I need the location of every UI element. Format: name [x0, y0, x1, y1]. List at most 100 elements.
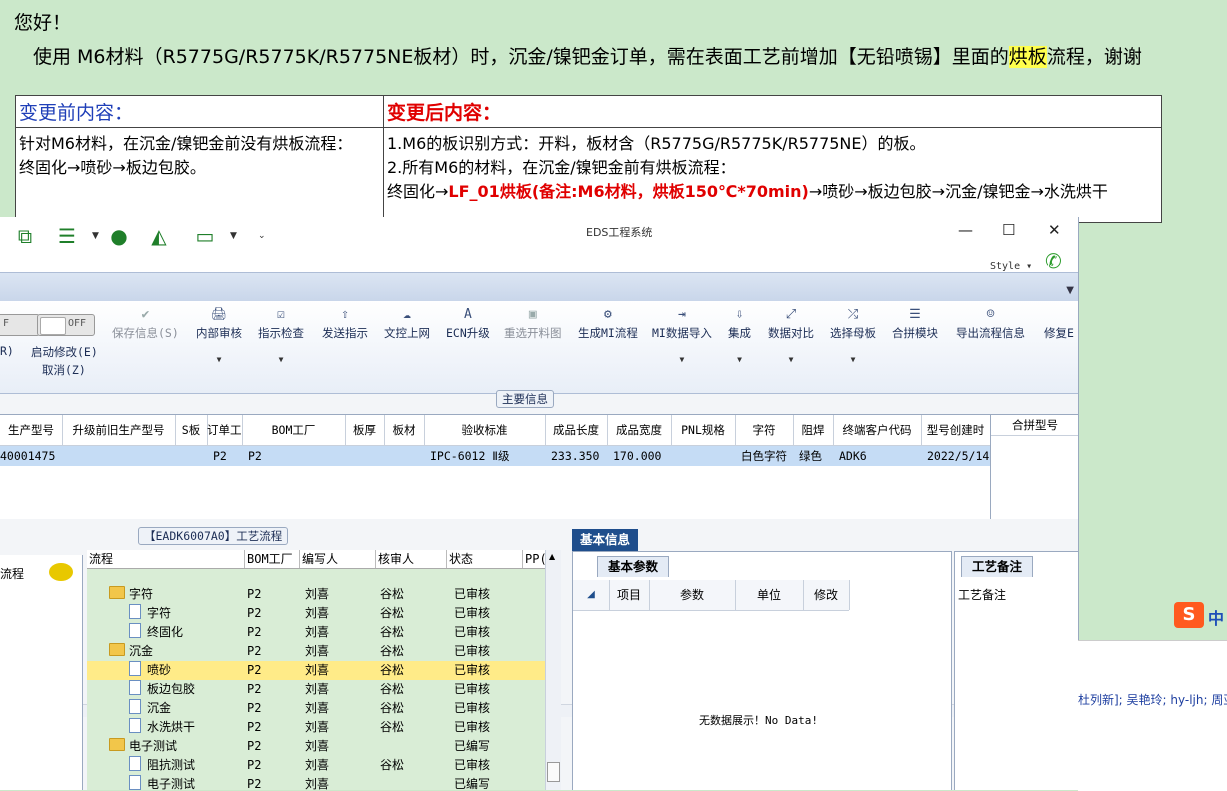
- column-header[interactable]: 验收标准: [424, 415, 546, 445]
- tree-column-header[interactable]: BOM工厂: [245, 550, 300, 568]
- table-row[interactable]: 400014759 P2 P2 IPC-6012 Ⅱ级 233.350 170.000 白色…: [0, 446, 990, 466]
- column-header[interactable]: 升级前旧生产型号: [62, 415, 176, 445]
- customize-icon[interactable]: ⌄: [258, 231, 266, 241]
- folder-icon: [109, 586, 125, 599]
- ribbon-button-13[interactable]: ☺ 导出流程信息: [956, 307, 1025, 341]
- column-header[interactable]: 板厚: [345, 415, 385, 445]
- chevron-down-icon[interactable]: ▼: [92, 231, 99, 241]
- ribbon-label: 重选开料图: [504, 326, 562, 340]
- close-button[interactable]: ✕: [1048, 221, 1061, 239]
- tree-row[interactable]: 沉金 P2 刘喜 谷松 已审核: [87, 642, 547, 661]
- sogou-ime-icon[interactable]: S: [1174, 602, 1204, 628]
- column-header[interactable]: 板材: [384, 415, 425, 445]
- document-icon: [129, 775, 141, 790]
- vertical-scrollbar[interactable]: ▲: [545, 550, 561, 790]
- tree-row[interactable]: 水洗烘干 P2 刘喜 谷松 已审核: [87, 718, 547, 737]
- column-header[interactable]: PNL规格: [671, 415, 736, 445]
- tree-cell-writer: 刘喜: [305, 739, 330, 753]
- list-icon[interactable]: ☰: [54, 225, 80, 247]
- style-menu[interactable]: Style ▾: [990, 261, 1032, 272]
- tree-row[interactable]: 板边包胶 P2 刘喜 谷松 已审核: [87, 680, 547, 699]
- ribbon-button-3[interactable]: ⇧ 发送指示: [322, 307, 368, 341]
- tree-node: 电子测试: [109, 737, 177, 756]
- column-header[interactable]: 成品长度: [545, 415, 608, 445]
- chart-icon[interactable]: ◭: [146, 225, 172, 247]
- scroll-up-icon[interactable]: ▲: [549, 552, 555, 561]
- tree-node: 沉金: [129, 699, 171, 718]
- tab-process-note[interactable]: 工艺备注: [961, 556, 1034, 577]
- tree-row[interactable]: 字符 P2 刘喜 谷松 已审核: [87, 585, 547, 604]
- tree-row[interactable]: 沉金 P2 刘喜 谷松 已审核: [87, 699, 547, 718]
- chevron-down-icon[interactable]: ▼: [768, 355, 814, 364]
- notice-text: 使用 M6材料（R5775G/R5775K/R5775NE板材）时，沉金/镍钯金…: [33, 46, 1009, 68]
- grid-cell: 233.350: [551, 449, 600, 463]
- tree-row[interactable]: 电子测试 P2 刘喜 已编写: [87, 775, 547, 790]
- ribbon-button-4[interactable]: ☁ 文控上网: [384, 307, 430, 341]
- tree-row[interactable]: 终固化 P2 刘喜 谷松 已审核: [87, 623, 547, 642]
- maximize-button[interactable]: ☐: [1002, 221, 1015, 239]
- ribbon-button-2[interactable]: ☑ 指示检查 ▼: [258, 307, 304, 364]
- phone-icon[interactable]: ✆: [1045, 249, 1062, 273]
- toggle-switch-1[interactable]: F: [0, 314, 40, 336]
- ribbon-icon: ⤢: [785, 307, 797, 322]
- ribbon-button-9[interactable]: ⇩ 集成 ▼: [728, 307, 751, 364]
- param-column-header[interactable]: 单位: [735, 580, 804, 610]
- minimize-button[interactable]: —: [958, 221, 973, 239]
- tree-column-header[interactable]: 流程: [87, 550, 245, 568]
- column-header[interactable]: 型号创建时: [921, 415, 991, 445]
- left-nav-item-process[interactable]: 流程: [0, 565, 24, 582]
- ribbon-button-1[interactable]: 🖨 内部审核 ▼: [196, 307, 242, 364]
- chevron-down-icon[interactable]: ▼: [196, 355, 242, 364]
- monitor-icon[interactable]: ▭: [192, 225, 218, 247]
- process-note-panel: 工艺备注 工艺备注: [954, 551, 1078, 790]
- tree-cell-writer: 刘喜: [305, 777, 330, 790]
- tree-row[interactable]: 喷砂 P2 刘喜 谷松 已审核: [87, 661, 547, 680]
- column-header[interactable]: 生产型号: [0, 415, 63, 445]
- user-icon[interactable]: ●: [106, 225, 132, 247]
- ribbon-button-11[interactable]: ⤮ 选择母板 ▼: [830, 307, 876, 364]
- chevron-down-icon[interactable]: ▼: [258, 355, 304, 364]
- chevron-down-icon[interactable]: ▼: [728, 355, 751, 364]
- toggle-2-caption: 启动修改(E): [31, 345, 98, 359]
- chat-bubble-icon[interactable]: [49, 563, 73, 581]
- ribbon-button-14[interactable]: 修复E: [1044, 307, 1074, 341]
- ribbon-button-5[interactable]: A ECN升级: [446, 307, 490, 341]
- ribbon-button-10[interactable]: ⤢ 数据对比 ▼: [768, 307, 814, 364]
- column-header[interactable]: 成品宽度: [607, 415, 672, 445]
- column-header[interactable]: 阻焊: [793, 415, 834, 445]
- tree-row[interactable]: 电子测试 P2 刘喜 已编写: [87, 737, 547, 756]
- param-column-header[interactable]: 参数: [649, 580, 736, 610]
- tree-cell-reviewer: 谷松: [380, 682, 405, 696]
- tree-node: 喷砂: [129, 661, 171, 680]
- tree-column-header[interactable]: 状态: [447, 550, 523, 568]
- ribbon-button-7[interactable]: ⚙ 生成MI流程: [578, 307, 638, 341]
- toggle-switch-edit[interactable]: OFF: [37, 314, 95, 336]
- ribbon-button-8[interactable]: ⇥ MI数据导入 ▼: [652, 307, 712, 364]
- tab-basic-params[interactable]: 基本参数: [597, 556, 670, 577]
- column-header[interactable]: 字符: [735, 415, 794, 445]
- chevron-down-icon[interactable]: ▼: [230, 231, 237, 241]
- ribbon-button-6[interactable]: ▣ 重选开料图: [504, 307, 562, 341]
- clipboard-icon[interactable]: ⧉: [12, 225, 38, 247]
- column-header[interactable]: BOM工厂: [242, 415, 346, 445]
- scroll-thumb[interactable]: [547, 762, 560, 782]
- column-header[interactable]: 订单工厂: [207, 415, 243, 445]
- ribbon-collapse-icon[interactable]: ▼: [1066, 285, 1074, 296]
- ime-mode[interactable]: 中: [1208, 605, 1224, 629]
- tree-row[interactable]: 阻抗测试 P2 刘喜 谷松 已审核: [87, 756, 547, 775]
- param-column-header[interactable]: 项目: [609, 580, 650, 610]
- chevron-down-icon[interactable]: ▼: [830, 355, 876, 364]
- tree-cell-status: 已审核: [454, 663, 491, 677]
- tree-column-header[interactable]: 编写人: [300, 550, 376, 568]
- ribbon-button-12[interactable]: ☰ 合拼模块: [892, 307, 938, 341]
- param-column-header[interactable]: 修改: [803, 580, 850, 610]
- tree-cell-status: 已审核: [454, 758, 491, 772]
- ribbon-button-0[interactable]: ✔ 保存信息(S): [112, 307, 179, 341]
- column-header[interactable]: 终端客户代码: [833, 415, 922, 445]
- chevron-down-icon[interactable]: ▼: [652, 355, 712, 364]
- tree-column-header[interactable]: PP(: [523, 550, 547, 568]
- process-tree: 流程 BOM工厂 编写人 核审人 状态 PP( 字符 P2 刘喜 谷松 已审核 字符 P2 刘喜 谷松 已审…: [87, 550, 560, 790]
- tree-column-header[interactable]: 核审人: [376, 550, 447, 568]
- column-header[interactable]: S板: [175, 415, 208, 445]
- tree-row[interactable]: 字符 P2 刘喜 谷松 已审核: [87, 604, 547, 623]
